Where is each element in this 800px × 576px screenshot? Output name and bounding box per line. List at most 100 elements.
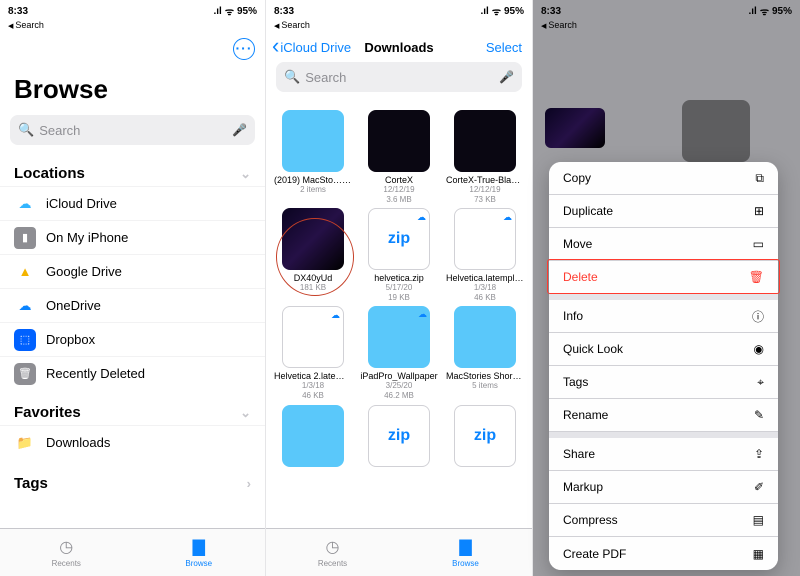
page-title: Browse: [0, 30, 265, 115]
menu-rename[interactable]: Rename✎: [549, 399, 778, 432]
breadcrumb[interactable]: Search: [0, 20, 265, 30]
file-name: CorteX-True-Black-Neon: [446, 175, 524, 185]
cloud-icon: ☁︎: [417, 212, 426, 223]
file-item[interactable]: ☁︎Helvetica.latemplate1/3/1846 KB: [442, 208, 528, 302]
search-icon: 🔍: [284, 69, 300, 85]
menu-copy[interactable]: Copy⧉: [549, 162, 778, 195]
more-button[interactable]: ···: [233, 38, 255, 60]
tab-browse[interactable]: ▇ Browse: [399, 529, 532, 576]
menu-tags[interactable]: Tags⌖: [549, 366, 778, 399]
menu-move[interactable]: Move▭: [549, 228, 778, 261]
page-title: Downloads: [364, 40, 433, 55]
menu-info[interactable]: Infoⓘ: [549, 300, 778, 333]
file-meta: 1/3/1846 KB: [302, 381, 324, 400]
copy-icon: ⧉: [755, 171, 764, 186]
tab-bar: ◷ Recents ▇ Browse: [0, 528, 265, 576]
pencil-icon: ✎: [754, 408, 764, 422]
menu-share[interactable]: Share⇪: [549, 438, 778, 471]
select-button[interactable]: Select: [486, 40, 522, 55]
locations-list: ☁︎ iCloud Drive ▮ On My iPhone ▲ Google …: [0, 186, 265, 390]
tab-bar: ◷ Recents ▇ Browse: [266, 528, 532, 576]
folder-icon: ▇: [193, 537, 205, 557]
favorite-downloads[interactable]: 📁 Downloads: [0, 425, 265, 459]
file-item[interactable]: ☁︎ iPadPro_Wallpaper3/25/2046.2 MB: [356, 306, 442, 400]
onedrive-icon: ☁︎: [14, 295, 36, 317]
file-meta: 1/3/1846 KB: [474, 283, 496, 302]
back-button[interactable]: iCloud Drive: [272, 40, 351, 55]
file-grid: (2019) MacSto…llpapers2 itemsCorteX12/12…: [266, 106, 532, 470]
file-meta: 12/12/1973 KB: [469, 185, 500, 204]
section-favorites: Favorites: [14, 404, 81, 421]
status-bar: 8:33 .ılᯤ95%: [533, 0, 800, 20]
breadcrumb[interactable]: Search: [266, 20, 532, 30]
file-item[interactable]: [270, 405, 356, 470]
trash-icon: 🗑: [749, 270, 764, 284]
section-locations: Locations: [14, 165, 85, 182]
mic-icon[interactable]: 🎤: [232, 123, 247, 137]
status-bar: 8:33 .ılᯤ95%: [266, 0, 532, 20]
location-onedrive[interactable]: ☁︎ OneDrive: [0, 288, 265, 322]
file-meta: 3/25/2046.2 MB: [384, 381, 414, 400]
menu-compress[interactable]: Compress▤: [549, 504, 778, 537]
file-item[interactable]: (2019) MacSto…llpapers2 items: [270, 110, 356, 204]
tab-browse[interactable]: ▇ Browse: [133, 529, 266, 576]
file-meta: 5/17/2019 KB: [386, 283, 413, 302]
clock-icon: ◷: [59, 537, 73, 557]
file-name: (2019) MacSto…llpapers: [274, 175, 352, 185]
chevron-down-icon[interactable]: ⌄: [240, 405, 251, 421]
search-field: 🔍 🎤: [10, 115, 255, 145]
file-item[interactable]: CorteX-True-Black-Neon12/12/1973 KB: [442, 110, 528, 204]
location-deleted[interactable]: 🗑 Recently Deleted: [0, 356, 265, 390]
file-item[interactable]: DX40yUd181 KB: [270, 208, 356, 302]
tab-recents[interactable]: ◷ Recents: [0, 529, 133, 576]
tab-recents[interactable]: ◷ Recents: [266, 529, 399, 576]
menu-quicklook[interactable]: Quick Look◉: [549, 333, 778, 366]
tag-icon: ⌖: [757, 375, 764, 390]
menu-markup[interactable]: Markup✐: [549, 471, 778, 504]
selected-thumbnail: [545, 108, 605, 148]
file-name: iPadPro_Wallpaper: [360, 371, 437, 381]
file-meta: 181 KB: [300, 283, 326, 293]
search-icon: 🔍: [18, 122, 34, 138]
file-name: DX40yUd: [294, 273, 333, 283]
cloud-icon: ☁︎: [418, 309, 427, 320]
file-name: Helvetica 2.latemplate: [274, 371, 352, 381]
file-item[interactable]: MacStories Shortcuts Icons5 items: [442, 306, 528, 400]
duplicate-icon: ⊞: [754, 204, 764, 218]
archive-icon: ▤: [753, 513, 764, 527]
wifi-icon: ᯤ: [225, 4, 234, 18]
search-input[interactable]: [39, 123, 232, 138]
gdrive-icon: ▲: [14, 261, 36, 283]
eye-icon: ◉: [754, 342, 764, 356]
file-name: helvetica.zip: [374, 273, 424, 283]
section-tags: Tags: [14, 475, 48, 492]
chevron-right-icon[interactable]: ›: [247, 476, 251, 491]
location-gdrive[interactable]: ▲ Google Drive: [0, 254, 265, 288]
markup-icon: ✐: [754, 480, 764, 494]
status-bar: 8:33 .ıl ᯤ 95%: [0, 0, 265, 20]
chevron-down-icon[interactable]: ⌄: [240, 166, 251, 182]
file-meta: 2 items: [300, 185, 326, 195]
folder-icon: ▭: [753, 237, 764, 251]
menu-createpdf[interactable]: Create PDF▦: [549, 537, 778, 570]
file-item[interactable]: ☁︎Helvetica 2.latemplate1/3/1846 KB: [270, 306, 356, 400]
folder-icon: 📁: [14, 432, 36, 454]
file-meta: 12/12/193.6 MB: [383, 185, 414, 204]
file-item[interactable]: zip: [356, 405, 442, 470]
location-dropbox[interactable]: ⬚ Dropbox: [0, 322, 265, 356]
trash-icon: 🗑: [14, 363, 36, 385]
cloud-icon: ☁︎: [503, 212, 512, 223]
folder-icon: ▇: [459, 537, 471, 557]
clock-icon: ◷: [326, 537, 340, 557]
menu-duplicate[interactable]: Duplicate⊞: [549, 195, 778, 228]
search-input[interactable]: [305, 70, 499, 85]
file-item[interactable]: zip: [442, 405, 528, 470]
location-icloud[interactable]: ☁︎ iCloud Drive: [0, 186, 265, 220]
dropbox-icon: ⬚: [14, 329, 36, 351]
location-iphone[interactable]: ▮ On My iPhone: [0, 220, 265, 254]
file-item[interactable]: zip☁︎helvetica.zip5/17/2019 KB: [356, 208, 442, 302]
menu-delete[interactable]: Delete🗑: [549, 261, 778, 294]
mic-icon[interactable]: 🎤: [499, 70, 514, 84]
file-item[interactable]: CorteX12/12/193.6 MB: [356, 110, 442, 204]
breadcrumb[interactable]: Search: [533, 20, 800, 30]
